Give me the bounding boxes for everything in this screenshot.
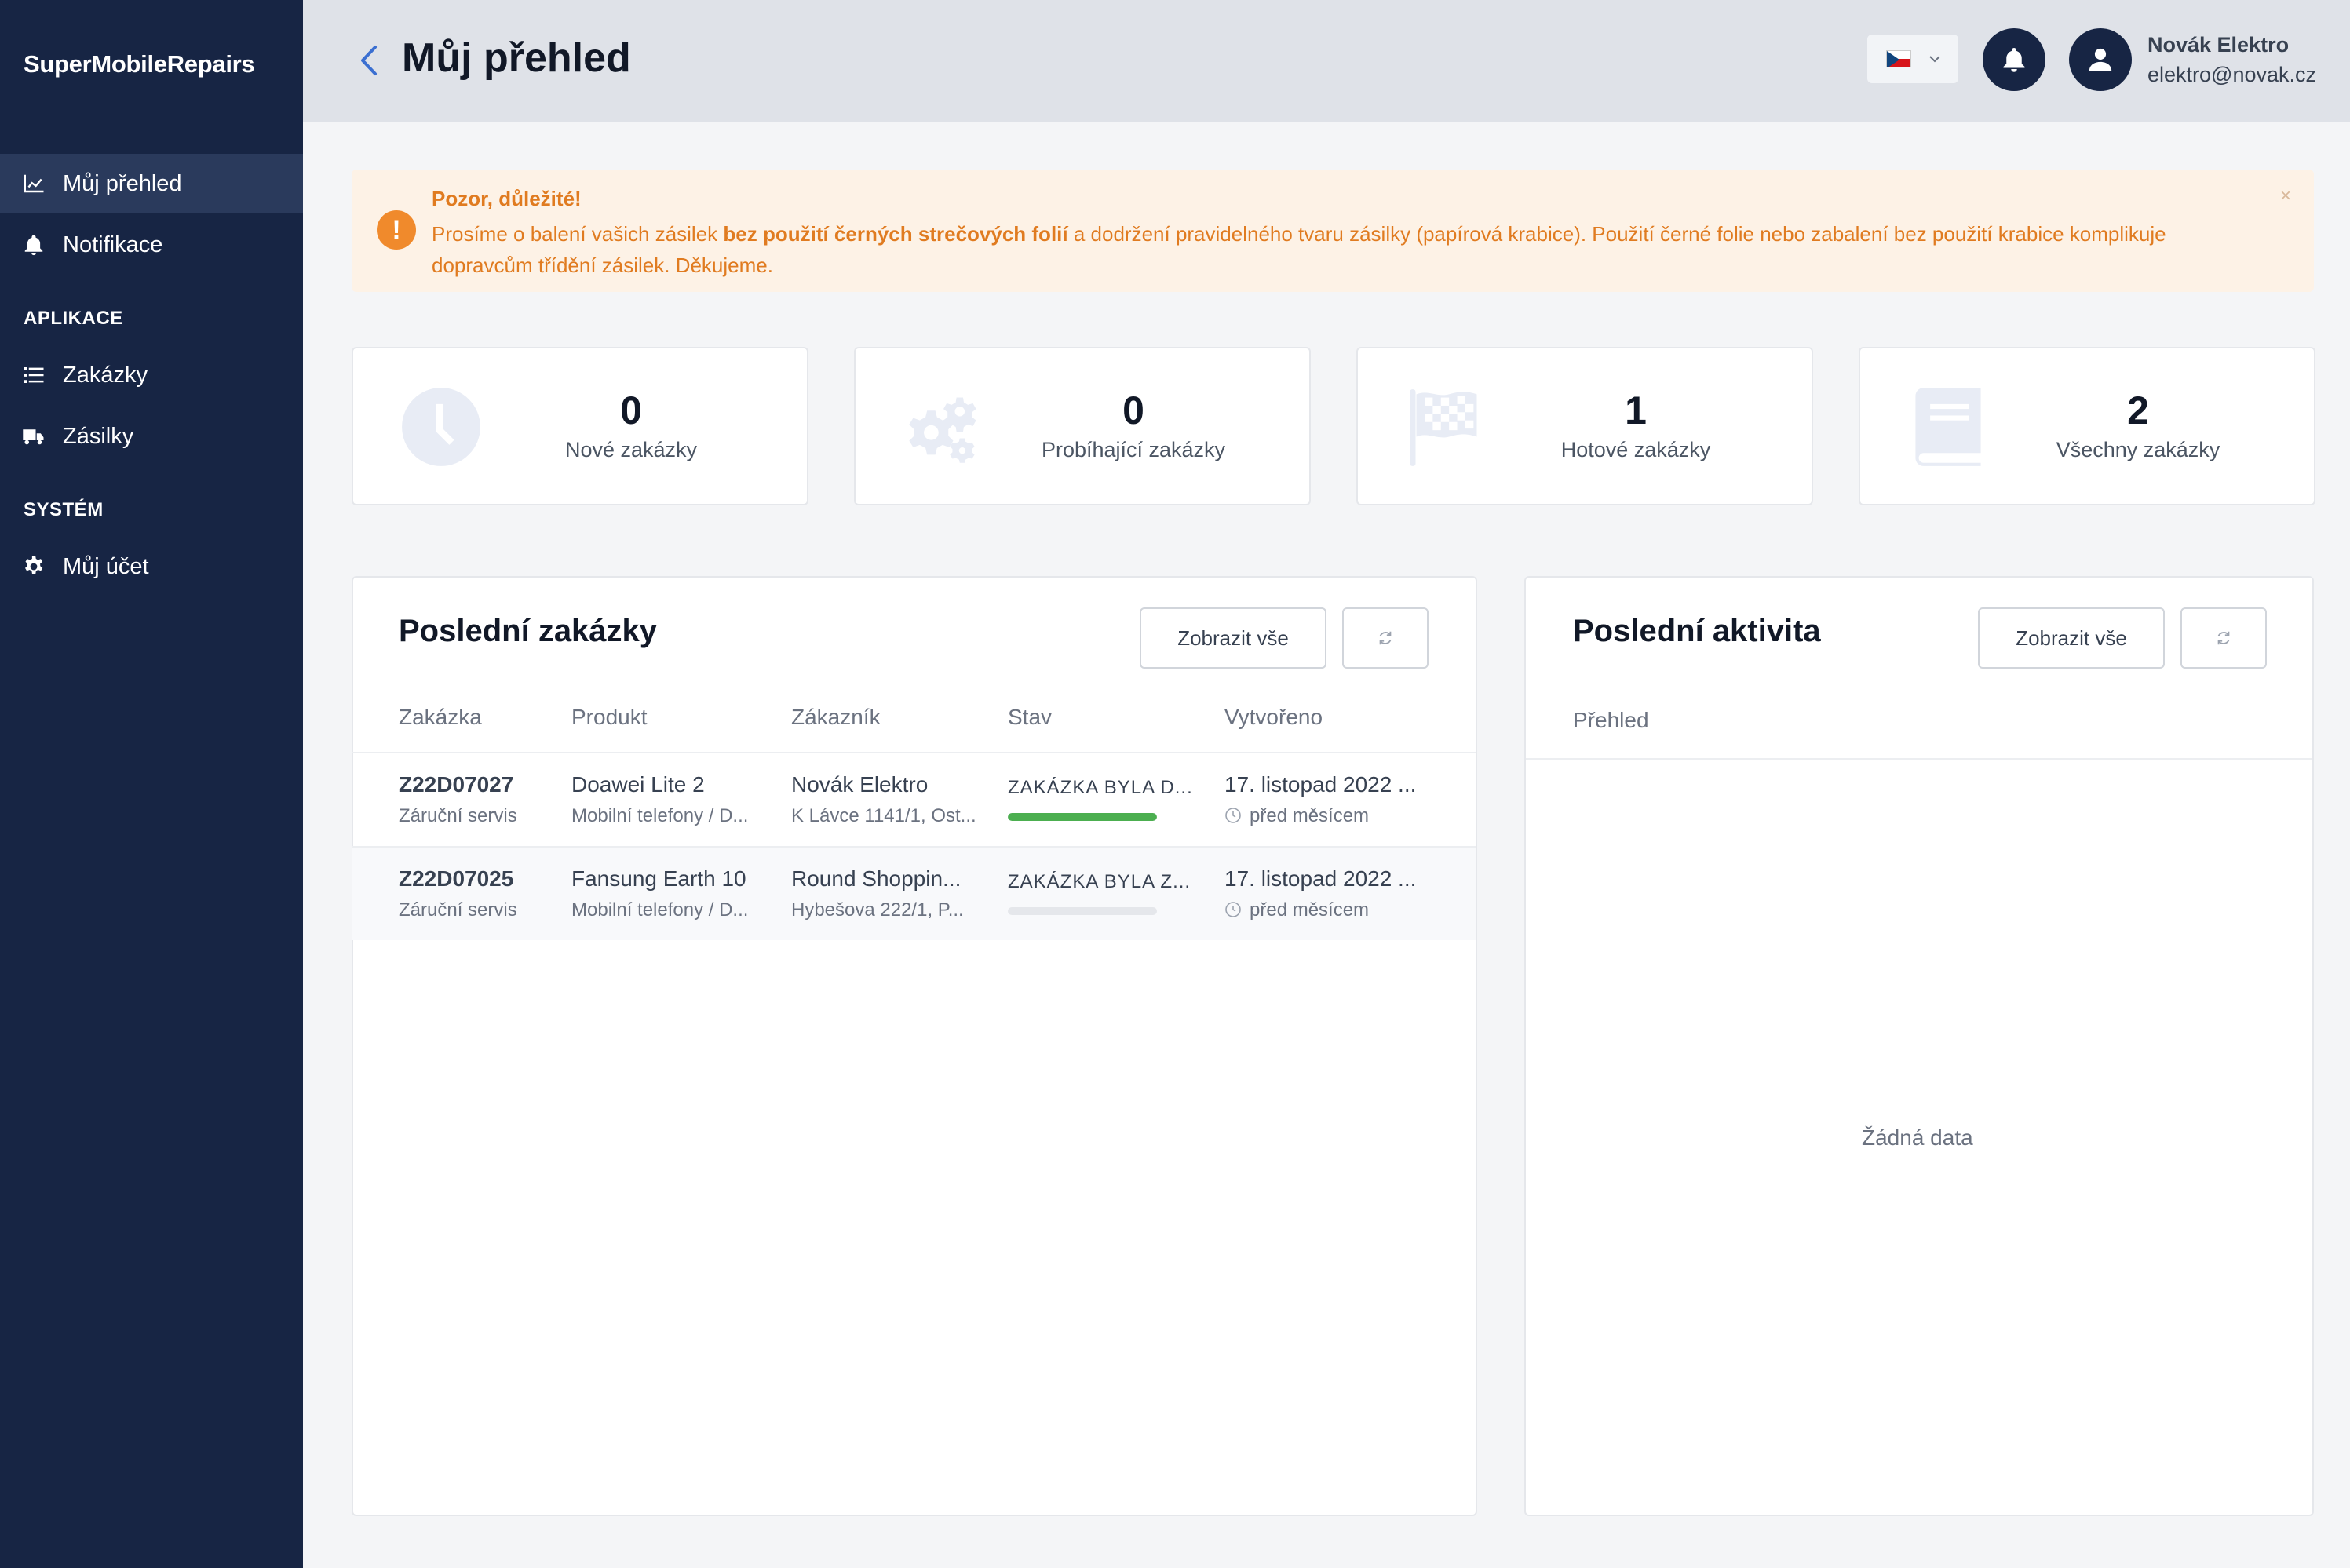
column-header-created[interactable]: Vytvořeno [1224, 705, 1323, 730]
stat-value: 0 [620, 388, 642, 432]
user-email: elektro@novak.cz [2147, 63, 2316, 86]
bell-icon [2003, 48, 2025, 72]
stat-card-in-progress[interactable]: 0 Probíhající zakázky [854, 347, 1311, 505]
user-icon [2089, 48, 2112, 71]
section-title-system: SYSTÉM [24, 499, 104, 520]
order-id[interactable]: Z22D07027 [399, 772, 556, 797]
order-created: 17. listopad 2022 ... [1224, 866, 1417, 891]
orders-refresh-button[interactable] [1342, 607, 1429, 669]
sidebar-item-orders[interactable]: Zakázky [0, 345, 303, 405]
column-header-customer[interactable]: Zákazník [791, 705, 881, 730]
chart-line-icon [22, 172, 46, 195]
truck-icon [22, 425, 46, 448]
sidebar-item-label: Můj přehled [63, 170, 182, 196]
user-avatar[interactable] [2069, 28, 2132, 91]
stat-card-completed[interactable]: 1 Hotové zakázky [1356, 347, 1813, 505]
order-customer: Novák Elektro [791, 772, 929, 797]
alert-title: Pozor, důležité! [432, 187, 582, 210]
column-header-product[interactable]: Produkt [571, 705, 648, 730]
sidebar-item-shipments[interactable]: Zásilky [0, 407, 303, 466]
exclamation-icon: ! [377, 210, 416, 250]
status-progress-bar [1008, 813, 1157, 821]
notifications-button[interactable] [1983, 28, 2045, 91]
order-created: 17. listopad 2022 ... [1224, 772, 1417, 797]
sidebar-item-dashboard[interactable]: Můj přehled [0, 154, 303, 213]
sidebar-item-label: Notifikace [63, 232, 163, 257]
column-header-status[interactable]: Stav [1008, 705, 1052, 730]
sidebar: SuperMobileRepairs Můj přehled Notifikac… [0, 0, 303, 1568]
order-type: Záruční servis [399, 899, 517, 921]
gear-icon [22, 555, 46, 578]
table-row[interactable] [352, 846, 1476, 940]
section-title-apps: APLIKACE [24, 308, 123, 329]
list-icon [22, 363, 46, 387]
language-selector[interactable] [1867, 35, 1958, 83]
order-type: Záruční servis [399, 805, 517, 826]
chevron-down-icon [1929, 56, 1940, 63]
order-created-ago: před měsícem [1250, 899, 1370, 921]
sidebar-item-account[interactable]: Můj účet [0, 537, 303, 596]
activity-refresh-button[interactable] [2180, 607, 2267, 669]
stat-value: 2 [2127, 388, 2149, 432]
refresh-icon [1379, 631, 1392, 645]
clock-icon [1224, 901, 1242, 918]
order-category: Mobilní telefony / D... [571, 805, 749, 826]
user-name[interactable]: Novák Elektro [2147, 33, 2289, 57]
refresh-icon [2217, 631, 2230, 645]
clock-icon [1224, 807, 1242, 824]
status-progress-bar [1008, 907, 1157, 915]
stat-label: Probíhající zakázky [1041, 438, 1226, 461]
order-category: Mobilní telefony / D... [571, 899, 749, 921]
stat-card-all-orders[interactable]: 2 Všechny zakázky [1859, 347, 2315, 505]
stat-value: 1 [1625, 388, 1647, 432]
back-arrow-icon[interactable] [356, 42, 380, 78]
sidebar-item-label: Můj účet [63, 553, 149, 579]
order-status: ZAKÁZKA BYLA Z... [1008, 871, 1191, 892]
table-row[interactable] [352, 752, 1476, 846]
cz-flag-icon [1886, 50, 1911, 67]
sidebar-item-label: Zakázky [63, 362, 148, 388]
order-id[interactable]: Z22D07025 [399, 866, 556, 892]
sidebar-item-notifications[interactable]: Notifikace [0, 215, 303, 275]
brand-logo[interactable]: SuperMobileRepairs [24, 50, 255, 78]
alert-message: Prosíme o balení vašich zásilek bez použ… [432, 222, 2166, 277]
order-product: Doawei Lite 2 [571, 772, 705, 797]
recent-orders-title: Poslední zakázky [399, 614, 658, 648]
sidebar-item-label: Zásilky [63, 423, 134, 449]
divider [1526, 758, 2312, 760]
order-product: Fansung Earth 10 [571, 866, 746, 891]
activity-show-all-button[interactable]: Zobrazit vše [1978, 607, 2165, 669]
orders-show-all-button[interactable]: Zobrazit vše [1140, 607, 1326, 669]
empty-state-text: Žádná data [1862, 1125, 1973, 1150]
progress-fill [1008, 813, 1157, 821]
order-address: Hybešova 222/1, P... [791, 899, 964, 921]
order-address: K Lávce 1141/1, Ost... [791, 805, 976, 826]
stat-value: 0 [1122, 388, 1144, 432]
order-status: ZAKÁZKA BYLA D... [1008, 777, 1193, 798]
top-header: Můj přehled Novák Elektro elektro@novak.… [303, 0, 2350, 122]
column-header-overview: Přehled [1573, 708, 1649, 732]
order-customer: Round Shoppin... [791, 866, 962, 891]
order-created-ago: před měsícem [1250, 805, 1370, 826]
page-title: Můj přehled [402, 35, 631, 81]
stat-card-new-orders[interactable]: 0 Nové zakázky [352, 347, 808, 505]
warning-alert: ! Pozor, důležité! Prosíme o balení vaši… [352, 170, 2314, 292]
close-icon[interactable]: × [2276, 187, 2295, 206]
stat-label: Všechny zakázky [2056, 438, 2220, 461]
stat-label: Hotové zakázky [1560, 438, 1711, 461]
bell-icon [22, 233, 46, 257]
stat-label: Nové zakázky [564, 438, 698, 461]
column-header-order[interactable]: Zakázka [399, 705, 482, 730]
recent-activity-title: Poslední aktivita [1573, 614, 1821, 648]
